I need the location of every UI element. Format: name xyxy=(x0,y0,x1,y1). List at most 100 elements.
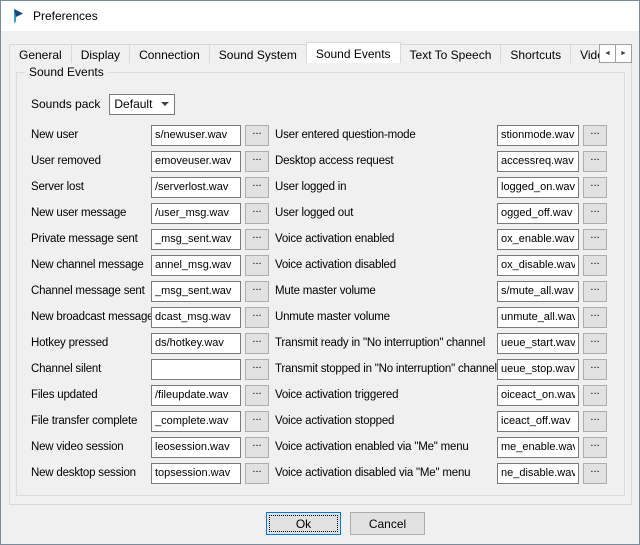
browse-button[interactable]: ... xyxy=(583,307,607,328)
sound-event-label: Files updated xyxy=(31,389,151,401)
sound-file-input[interactable] xyxy=(497,359,579,380)
browse-button[interactable]: ... xyxy=(583,333,607,354)
sound-file-input[interactable] xyxy=(151,385,241,406)
sound-event-row: New video session ... xyxy=(31,434,269,460)
browse-button[interactable]: ... xyxy=(245,255,269,276)
browse-button[interactable]: ... xyxy=(583,177,607,198)
sounds-pack-row: Sounds pack Default xyxy=(31,93,175,115)
sound-file-input[interactable] xyxy=(497,307,579,328)
tab-connection[interactable]: Connection xyxy=(129,44,210,63)
sound-event-label: New user message xyxy=(31,207,151,219)
browse-button[interactable]: ... xyxy=(245,151,269,172)
sound-event-row: User logged in ... xyxy=(275,174,607,200)
tab-sound-system[interactable]: Sound System xyxy=(209,44,307,63)
sound-file-input[interactable] xyxy=(151,359,241,380)
sound-file-input[interactable] xyxy=(151,125,241,146)
browse-button[interactable]: ... xyxy=(583,281,607,302)
sound-event-row: New desktop session ... xyxy=(31,460,269,486)
sound-file-input[interactable] xyxy=(497,229,579,250)
sound-event-label: Transmit stopped in "No interruption" ch… xyxy=(275,363,497,375)
sound-event-label: Voice activation disabled xyxy=(275,259,497,271)
browse-button[interactable]: ... xyxy=(245,229,269,250)
browse-button[interactable]: ... xyxy=(583,125,607,146)
sound-file-input[interactable] xyxy=(151,203,241,224)
browse-button[interactable]: ... xyxy=(583,463,607,484)
sound-file-input[interactable] xyxy=(497,411,579,432)
sound-file-input[interactable] xyxy=(497,385,579,406)
sound-file-input[interactable] xyxy=(497,333,579,354)
sounds-pack-select[interactable]: Default xyxy=(109,94,175,115)
sound-event-row: Mute master volume ... xyxy=(275,278,607,304)
sound-file-input[interactable] xyxy=(497,463,579,484)
tab-strip: GeneralDisplayConnectionSound SystemSoun… xyxy=(9,42,600,63)
browse-button[interactable]: ... xyxy=(583,437,607,458)
chevron-down-icon xyxy=(161,102,169,106)
ok-button[interactable]: Ok xyxy=(266,512,341,535)
window-title: Preferences xyxy=(33,9,98,23)
sound-event-label: User logged in xyxy=(275,181,497,193)
browse-button[interactable]: ... xyxy=(245,125,269,146)
sound-file-input[interactable] xyxy=(151,229,241,250)
sound-event-label: Voice activation disabled via "Me" menu xyxy=(275,467,497,479)
sound-event-row: Hotkey pressed ... xyxy=(31,330,269,356)
tab-display[interactable]: Display xyxy=(71,44,130,63)
browse-button[interactable]: ... xyxy=(245,177,269,198)
tab-general[interactable]: General xyxy=(9,44,72,63)
sound-file-input[interactable] xyxy=(497,437,579,458)
sound-file-input[interactable] xyxy=(151,463,241,484)
browse-button[interactable]: ... xyxy=(245,385,269,406)
sound-event-label: Transmit ready in "No interruption" chan… xyxy=(275,337,497,349)
sound-event-row: User entered question-mode ... xyxy=(275,122,607,148)
tab-sound-events[interactable]: Sound Events xyxy=(306,42,401,63)
browse-button[interactable]: ... xyxy=(245,307,269,328)
sound-file-input[interactable] xyxy=(151,307,241,328)
sound-event-label: New desktop session xyxy=(31,467,151,479)
sound-event-row: Voice activation disabled ... xyxy=(275,252,607,278)
browse-button[interactable]: ... xyxy=(245,333,269,354)
sound-event-row: New user ... xyxy=(31,122,269,148)
sound-file-input[interactable] xyxy=(151,281,241,302)
sound-event-row: New broadcast message ... xyxy=(31,304,269,330)
browse-button[interactable]: ... xyxy=(245,437,269,458)
sounds-pack-value: Default xyxy=(114,97,152,111)
sound-file-input[interactable] xyxy=(151,255,241,276)
sound-event-row: Channel message sent ... xyxy=(31,278,269,304)
browse-button[interactable]: ... xyxy=(245,203,269,224)
browse-button[interactable]: ... xyxy=(245,411,269,432)
browse-button[interactable]: ... xyxy=(583,203,607,224)
sound-event-row: Voice activation triggered ... xyxy=(275,382,607,408)
sound-file-input[interactable] xyxy=(497,255,579,276)
sound-event-row: Server lost ... xyxy=(31,174,269,200)
browse-button[interactable]: ... xyxy=(583,255,607,276)
sound-file-input[interactable] xyxy=(497,281,579,302)
sound-event-row: Files updated ... xyxy=(31,382,269,408)
tab-scroll-right-button[interactable]: ► xyxy=(615,44,632,63)
sound-event-row: User logged out ... xyxy=(275,200,607,226)
sound-file-input[interactable] xyxy=(497,151,579,172)
sound-file-input[interactable] xyxy=(151,411,241,432)
browse-button[interactable]: ... xyxy=(245,463,269,484)
sound-file-input[interactable] xyxy=(151,333,241,354)
sound-file-input[interactable] xyxy=(497,203,579,224)
sound-events-page: Sound Events Sounds pack Default New use… xyxy=(9,62,632,505)
sound-event-label: New channel message xyxy=(31,259,151,271)
sound-file-input[interactable] xyxy=(497,177,579,198)
browse-button[interactable]: ... xyxy=(245,359,269,380)
sound-file-input[interactable] xyxy=(151,437,241,458)
sound-file-input[interactable] xyxy=(151,151,241,172)
browse-button[interactable]: ... xyxy=(245,281,269,302)
tab-video[interactable]: Video xyxy=(570,44,600,63)
cancel-button[interactable]: Cancel xyxy=(350,512,425,535)
sound-event-label: Desktop access request xyxy=(275,155,497,167)
browse-button[interactable]: ... xyxy=(583,151,607,172)
browse-button[interactable]: ... xyxy=(583,385,607,406)
tab-scroll-left-button[interactable]: ◄ xyxy=(599,44,616,63)
tab-text-to-speech[interactable]: Text To Speech xyxy=(400,44,502,63)
browse-button[interactable]: ... xyxy=(583,359,607,380)
sound-file-input[interactable] xyxy=(497,125,579,146)
browse-button[interactable]: ... xyxy=(583,411,607,432)
sound-event-label: Hotkey pressed xyxy=(31,337,151,349)
browse-button[interactable]: ... xyxy=(583,229,607,250)
sound-file-input[interactable] xyxy=(151,177,241,198)
tab-shortcuts[interactable]: Shortcuts xyxy=(500,44,571,63)
